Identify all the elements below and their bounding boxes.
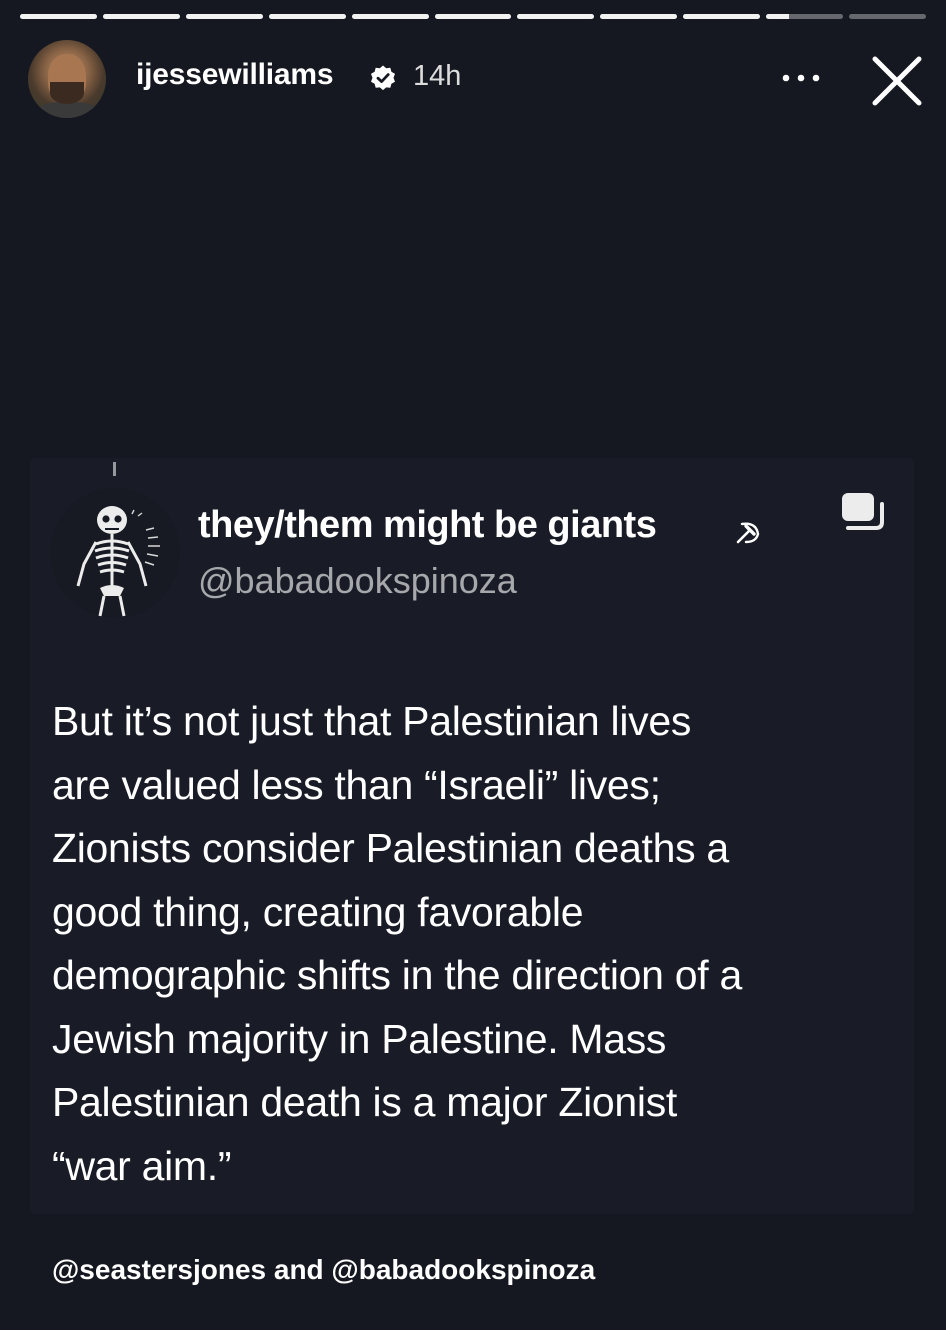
copy-icon[interactable] (836, 490, 888, 536)
tweet-body-text: But it’s not just that Palestinian lives… (52, 698, 742, 1189)
profile-avatar[interactable] (28, 40, 106, 118)
progress-segment-fill (20, 14, 97, 19)
hammer-sickle-icon (736, 522, 760, 544)
close-icon[interactable] (870, 54, 924, 108)
progress-segment (102, 14, 180, 19)
progress-segment (517, 14, 595, 19)
progress-segment (600, 14, 678, 19)
story-username[interactable]: ijessewilliams (136, 58, 334, 92)
progress-segment-fill (351, 14, 429, 19)
progress-segment-fill (434, 14, 512, 19)
progress-segment-fill (600, 14, 678, 19)
progress-segment (351, 14, 429, 19)
story-viewer[interactable]: ijessewilliams 14h they/them might be gi… (0, 0, 946, 1330)
story-timestamp: 14h (413, 60, 462, 92)
progress-segment-fill (268, 14, 346, 19)
tweet-display-name[interactable]: they/them might be giants (198, 504, 657, 547)
progress-segment (185, 14, 263, 19)
more-horizontal-icon[interactable] (780, 70, 822, 86)
progress-segment (268, 14, 346, 19)
progress-segment (849, 14, 926, 19)
card-divider-mark (113, 462, 116, 476)
tweet-author-avatar[interactable] (50, 488, 180, 618)
progress-segment-fill (766, 14, 790, 19)
story-progress-bar (20, 14, 926, 19)
progress-segment-fill (185, 14, 263, 19)
tweet-handle[interactable]: @babadookspinoza (198, 560, 517, 602)
skeleton-icon (76, 506, 160, 617)
progress-segment-fill (683, 14, 761, 19)
progress-segment-fill (517, 14, 595, 19)
verified-badge-icon (371, 65, 395, 91)
progress-segment (434, 14, 512, 19)
story-mentions[interactable]: @seastersjones and @babadookspinoza (52, 1254, 595, 1286)
progress-segment (20, 14, 97, 19)
progress-segment-fill (102, 14, 180, 19)
progress-segment (766, 14, 844, 19)
progress-segment (683, 14, 761, 19)
